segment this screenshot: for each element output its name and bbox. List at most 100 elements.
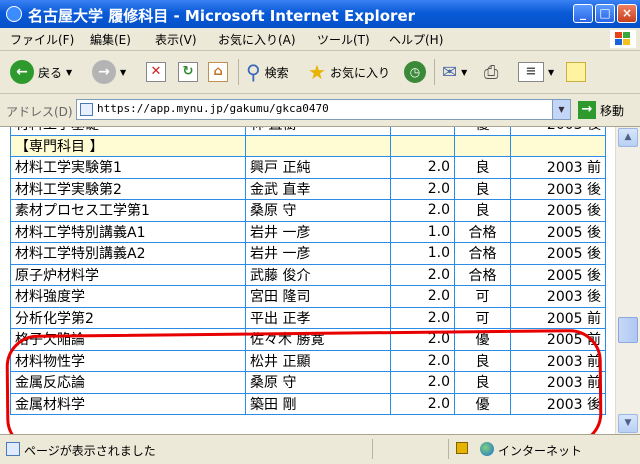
window-title: 名古屋大学 履修科目 - Microsoft Internet Explorer — [28, 7, 416, 25]
course-name: 原子炉材料学 — [10, 263, 246, 286]
scroll-up-icon[interactable]: ▲ — [618, 128, 638, 147]
course-name: 材料工学基礎 — [10, 127, 246, 136]
status-bar: ページが表示されました インターネット — [0, 434, 640, 464]
course-name: 素材プロセス工学第1 — [10, 199, 246, 222]
favorites-label: お気に入り — [329, 65, 390, 80]
grade: 合格 — [454, 220, 511, 243]
table-row: 材料工学実験第2 金武 直幸 2.0 良 2003 後 — [10, 177, 606, 200]
forward-dropdown-icon[interactable]: ▼ — [120, 68, 126, 77]
course-name: 材料物性学 — [10, 349, 246, 372]
grade: 良 — [454, 156, 511, 179]
refresh-icon: ↻ — [178, 62, 198, 82]
term: 2003 前 — [510, 349, 606, 372]
forward-button[interactable]: → ▼ — [92, 58, 126, 86]
toolbar-separator — [434, 59, 435, 85]
credits: 2.0 — [390, 371, 455, 394]
search-label: 検索 — [264, 65, 289, 80]
credits: 2.0 — [390, 177, 455, 200]
teacher-name: 武藤 俊介 — [245, 263, 391, 286]
table-row: 素材プロセス工学第1 桑原 守 2.0 良 2005 後 — [10, 199, 606, 222]
grade: 優 — [454, 127, 511, 136]
term: 2005 前 — [510, 328, 606, 351]
title-bar: 名古屋大学 履修科目 - Microsoft Internet Explorer… — [0, 0, 640, 28]
term: 2005 後 — [510, 220, 606, 243]
course-table: 材料工学基礎 林 直樹 優 2003 後 【専門科目 】 材料工学実験第1興戸 … — [10, 127, 606, 415]
course-name: 格子欠陥論 — [10, 328, 246, 351]
credits: 2.0 — [390, 285, 455, 308]
address-bar: アドレス(D) https://app.mynu.jp/gakumu/gkca0… — [0, 94, 640, 127]
security-zone: インターネット — [498, 444, 583, 458]
term: 2003 後 — [510, 177, 606, 200]
grade: 優 — [454, 392, 511, 415]
address-url[interactable]: https://app.mynu.jp/gakumu/gkca0470 — [97, 102, 329, 115]
table-row: 材料工学実験第1 興戸 正純 2.0 良 2003 前 — [10, 156, 606, 179]
menu-edit[interactable]: 編集(E) — [90, 31, 131, 48]
term: 2003 後 — [510, 392, 606, 415]
teacher-name: 佐々木 勝寛 — [245, 328, 391, 351]
teacher-name: 桑原 守 — [245, 199, 391, 222]
minimize-button[interactable]: _ — [573, 4, 593, 23]
term: 2005 後 — [510, 263, 606, 286]
print-button[interactable]: ⎙ — [484, 58, 498, 86]
teacher-name: 興戸 正純 — [245, 156, 391, 179]
table-row: 金属反応論 桑原 守 2.0 良 2003 前 — [10, 371, 606, 394]
credits: 2.0 — [390, 328, 455, 351]
grade: 良 — [454, 371, 511, 394]
go-button[interactable]: → 移動 — [578, 101, 624, 119]
credits: 2.0 — [390, 392, 455, 415]
credits: 1.0 — [390, 242, 455, 265]
mail-button[interactable]: ✉ ▼ — [442, 58, 467, 86]
note-button[interactable] — [566, 58, 586, 86]
stop-button[interactable]: ✕ — [146, 58, 166, 86]
refresh-button[interactable]: ↻ — [178, 58, 198, 86]
home-button[interactable]: ⌂ — [208, 58, 228, 86]
menu-file[interactable]: ファイル(F) — [10, 31, 74, 48]
course-name: 材料工学特別講義A2 — [10, 242, 246, 265]
scroll-thumb[interactable] — [618, 317, 638, 343]
term: 2003 後 — [510, 127, 606, 136]
menu-tools[interactable]: ツール(T) — [317, 31, 370, 48]
favorites-button[interactable]: ★ お気に入り — [308, 58, 390, 86]
ie-app-icon — [6, 6, 22, 22]
page-status-icon — [6, 442, 20, 456]
teacher-name: 桑原 守 — [245, 371, 391, 394]
teacher-name: 岩井 一彦 — [245, 220, 391, 243]
maximize-button[interactable]: □ — [595, 4, 615, 23]
table-row: 材料工学特別講義A1 岩井 一彦 1.0 合格 2005 後 — [10, 220, 606, 243]
menu-view[interactable]: 表示(V) — [155, 31, 197, 48]
credits: 2.0 — [390, 263, 455, 286]
table-row: 原子炉材料学 武藤 俊介 2.0 合格 2005 後 — [10, 263, 606, 286]
mail-icon: ✉ — [442, 61, 458, 83]
grade: 合格 — [454, 263, 511, 286]
address-input[interactable]: https://app.mynu.jp/gakumu/gkca0470 ▼ — [76, 99, 571, 120]
history-button[interactable]: ◷ — [404, 58, 426, 86]
back-button[interactable]: ← 戻る ▼ — [10, 58, 72, 86]
edit-button[interactable]: ≡ ▼ — [518, 58, 554, 86]
close-button[interactable]: × — [617, 4, 637, 23]
menu-help[interactable]: ヘルプ(H) — [389, 31, 443, 48]
table-row: 金属材料学 築田 剛 2.0 優 2003 後 — [10, 392, 606, 415]
credits: 2.0 — [390, 306, 455, 329]
term: 2005 前 — [510, 306, 606, 329]
course-name: 金属反応論 — [10, 371, 246, 394]
search-button[interactable]: ⚲ 検索 — [246, 58, 289, 86]
grade: 良 — [454, 177, 511, 200]
address-dropdown-icon[interactable]: ▼ — [552, 100, 570, 119]
mail-dropdown-icon[interactable]: ▼ — [461, 68, 467, 77]
term: 2005 後 — [510, 199, 606, 222]
table-row: 材料強度学 宮田 隆司 2.0 可 2003 後 — [10, 285, 606, 308]
edit-dropdown-icon[interactable]: ▼ — [548, 68, 554, 77]
grade: 優 — [454, 328, 511, 351]
grade: 良 — [454, 349, 511, 372]
menu-favorites[interactable]: お気に入り(A) — [218, 31, 296, 48]
status-divider — [372, 439, 373, 459]
grade: 良 — [454, 199, 511, 222]
course-name: 分析化学第2 — [10, 306, 246, 329]
vertical-scrollbar[interactable]: ▲ ▼ — [615, 127, 640, 434]
back-dropdown-icon[interactable]: ▼ — [66, 68, 72, 77]
scroll-down-icon[interactable]: ▼ — [618, 414, 638, 433]
section-header: 【専門科目 】 — [10, 134, 246, 157]
go-label: 移動 — [600, 103, 625, 118]
star-icon: ★ — [308, 60, 326, 84]
go-arrow-icon: → — [578, 101, 596, 119]
